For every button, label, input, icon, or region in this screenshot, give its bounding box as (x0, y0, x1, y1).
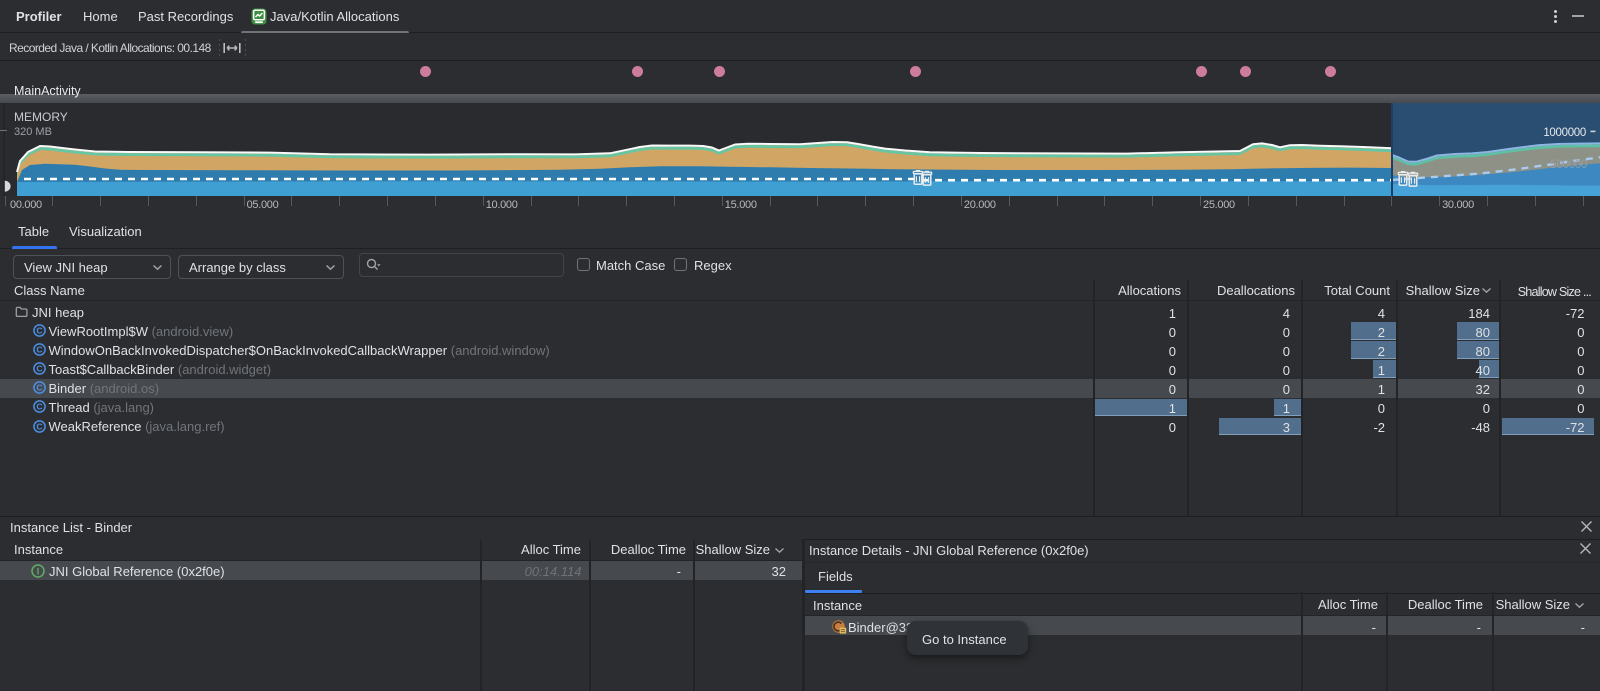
svg-text:C: C (36, 383, 42, 393)
svg-text:C: C (36, 364, 42, 374)
svg-text:500000: 500000 (1550, 159, 1587, 171)
svg-text:C: C (36, 421, 42, 431)
svg-text:1000000: 1000000 (1543, 127, 1586, 139)
svg-text:C: C (36, 402, 42, 412)
svg-text:C: C (36, 345, 42, 355)
svg-text:C: C (36, 326, 42, 336)
svg-text:I: I (37, 566, 40, 576)
